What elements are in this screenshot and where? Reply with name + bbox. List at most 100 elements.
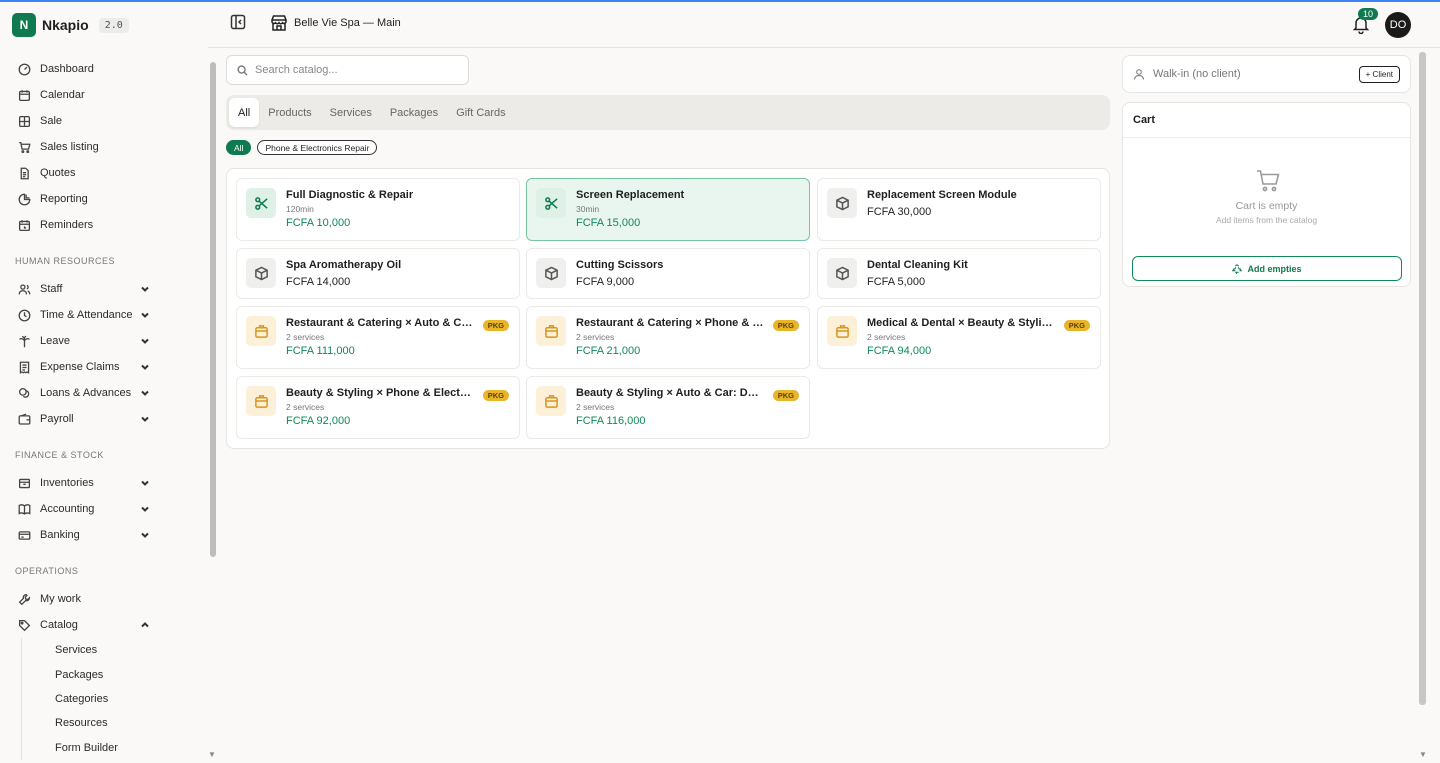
- sidebar-item-calendar[interactable]: Calendar: [8, 82, 200, 108]
- chevron-down-icon[interactable]: [140, 388, 150, 398]
- package-box-icon: [254, 266, 268, 280]
- search-input[interactable]: [255, 64, 455, 76]
- sidebar-item-accounting[interactable]: Accounting: [8, 496, 200, 522]
- package-icon-tile: [827, 316, 857, 346]
- sidebar-item-payroll[interactable]: Payroll: [8, 406, 200, 432]
- sidebar-item-label: Reporting: [40, 193, 88, 205]
- sidebar-item-label: Staff: [40, 283, 63, 295]
- tab-all[interactable]: All: [229, 98, 260, 127]
- tab-packages[interactable]: Packages: [381, 98, 447, 127]
- filter-chip-all[interactable]: All: [226, 140, 252, 155]
- client-selector[interactable]: Walk-in (no client) + Client: [1122, 55, 1411, 93]
- add-empties-label: Add empties: [1247, 263, 1302, 274]
- add-client-button[interactable]: + Client: [1358, 66, 1400, 83]
- submenu-item-packages[interactable]: Packages: [22, 662, 200, 686]
- chevron-down-icon[interactable]: [140, 414, 150, 424]
- catalog-item-card[interactable]: Dental Cleaning Kit FCFA 5,000: [817, 248, 1101, 299]
- brand-name: Nkapio: [42, 17, 89, 33]
- users-icon: [18, 283, 31, 294]
- sidebar-item-my-work[interactable]: My work: [8, 586, 200, 612]
- submenu-item-resources[interactable]: Resources: [22, 711, 200, 735]
- tab-services[interactable]: Services: [321, 98, 381, 127]
- catalog-item-card[interactable]: Restaurant & Catering × Auto & Car: P...…: [236, 306, 520, 369]
- sidebar-item-time-attendance[interactable]: Time & Attendance: [8, 302, 200, 328]
- submenu-item-categories[interactable]: Categories: [22, 687, 200, 711]
- catalog-item-card[interactable]: Beauty & Styling × Phone & Electronic...…: [236, 376, 520, 439]
- package-badge: PKG: [1063, 320, 1090, 331]
- store-selector[interactable]: Belle Vie Spa — Main: [270, 14, 401, 32]
- item-services-count: 2 services: [576, 402, 615, 412]
- package-badge: PKG: [482, 320, 509, 331]
- chevron-down-icon[interactable]: [140, 284, 150, 294]
- sidebar-item-label: Banking: [40, 529, 80, 541]
- sidebar-item-quotes[interactable]: Quotes: [8, 160, 200, 186]
- item-price: FCFA 15,000: [576, 217, 641, 229]
- cart-empty-text: Cart is empty: [1235, 200, 1298, 212]
- item-name: Full Diagnostic & Repair: [286, 189, 414, 201]
- item-price: FCFA 9,000: [576, 276, 635, 288]
- chevron-down-icon[interactable]: [140, 362, 150, 372]
- chevron-down-icon[interactable]: [140, 504, 150, 514]
- tag-icon: [18, 619, 31, 631]
- brand[interactable]: N Nkapio 2.0: [12, 12, 129, 38]
- sidebar-item-staff[interactable]: Staff: [8, 276, 200, 302]
- calendar-icon: [18, 89, 31, 101]
- sidebar-item-leave[interactable]: Leave: [8, 328, 200, 354]
- sidebar-item-reporting[interactable]: Reporting: [8, 186, 200, 212]
- section-operations: OPERATIONS: [15, 566, 79, 576]
- client-placeholder: Walk-in (no client): [1153, 68, 1241, 80]
- catalog-item-card[interactable]: Medical & Dental × Beauty & Styling: T..…: [817, 306, 1101, 369]
- catalog-item-card[interactable]: Full Diagnostic & Repair 120min FCFA 10,…: [236, 178, 520, 241]
- version-badge: 2.0: [98, 17, 129, 33]
- sidebar-item-label: Catalog: [40, 619, 78, 631]
- submenu-item-services[interactable]: Services: [22, 638, 200, 662]
- sidebar-item-expense-claims[interactable]: Expense Claims: [8, 354, 200, 380]
- catalog-search[interactable]: [226, 55, 469, 85]
- package-icon-tile: [246, 386, 276, 416]
- sidebar-item-dashboard[interactable]: Dashboard: [8, 56, 200, 82]
- sidebar-item-sales-listing[interactable]: Sales listing: [8, 134, 200, 160]
- catalog-item-card[interactable]: Beauty & Styling × Auto & Car: Deep F...…: [526, 376, 810, 439]
- sidebar-item-inventories[interactable]: Inventories: [8, 470, 200, 496]
- cart-title: Cart: [1133, 114, 1156, 126]
- add-empties-button[interactable]: Add empties: [1132, 256, 1402, 281]
- wallet-icon: [18, 413, 31, 425]
- catalog-item-card[interactable]: Cutting Scissors FCFA 9,000: [526, 248, 810, 299]
- clock-icon: [18, 309, 31, 321]
- cart-empty-hint: Add items from the catalog: [1215, 215, 1318, 225]
- page-scrollbar[interactable]: [1419, 52, 1426, 705]
- scroll-down-arrow[interactable]: ▼: [1419, 750, 1427, 759]
- avatar[interactable]: DO: [1385, 12, 1411, 38]
- sidebar-scrollbar[interactable]: [210, 62, 216, 557]
- filter-chip-phone-electronics[interactable]: Phone & Electronics Repair: [257, 140, 378, 155]
- sidebar-item-label: My work: [40, 593, 81, 605]
- tab-products[interactable]: Products: [259, 98, 320, 127]
- catalog-item-card[interactable]: Spa Aromatherapy Oil FCFA 14,000: [236, 248, 520, 299]
- scroll-down-arrow[interactable]: ▼: [208, 750, 216, 759]
- cart-icon: [1257, 170, 1280, 192]
- scissors-icon: [254, 196, 268, 210]
- sidebar-item-catalog[interactable]: Catalog: [8, 612, 200, 638]
- service-icon-tile: [536, 188, 566, 218]
- chevron-down-icon[interactable]: [140, 310, 150, 320]
- sidebar-item-reminders[interactable]: Reminders: [8, 212, 200, 238]
- tab-gift-cards[interactable]: Gift Cards: [447, 98, 515, 127]
- sidebar-item-loans-advances[interactable]: Loans & Advances: [8, 380, 200, 406]
- item-name: Cutting Scissors: [576, 259, 664, 271]
- sidebar-item-sale[interactable]: Sale: [8, 108, 200, 134]
- sidebar-item-banking[interactable]: Banking: [8, 522, 200, 548]
- chevron-down-icon[interactable]: [140, 478, 150, 488]
- chevron-down-icon[interactable]: [140, 336, 150, 346]
- catalog-item-card[interactable]: Restaurant & Catering × Phone & Elec... …: [526, 306, 810, 369]
- item-name: Beauty & Styling × Auto & Car: Deep F...: [576, 387, 764, 399]
- catalog-item-card[interactable]: Screen Replacement 30min FCFA 15,000: [526, 178, 810, 241]
- section-human-resources: HUMAN RESOURCES: [15, 256, 116, 266]
- chevron-up-icon[interactable]: [140, 620, 150, 630]
- box-icon: [18, 478, 31, 488]
- sidebar-toggle-icon[interactable]: [230, 14, 246, 30]
- submenu-item-form-builder[interactable]: Form Builder: [22, 736, 200, 760]
- chevron-down-icon[interactable]: [140, 530, 150, 540]
- sidebar-item-label: Loans & Advances: [40, 387, 132, 399]
- catalog-item-card[interactable]: Replacement Screen Module FCFA 30,000: [817, 178, 1101, 241]
- item-price: FCFA 92,000: [286, 415, 351, 427]
